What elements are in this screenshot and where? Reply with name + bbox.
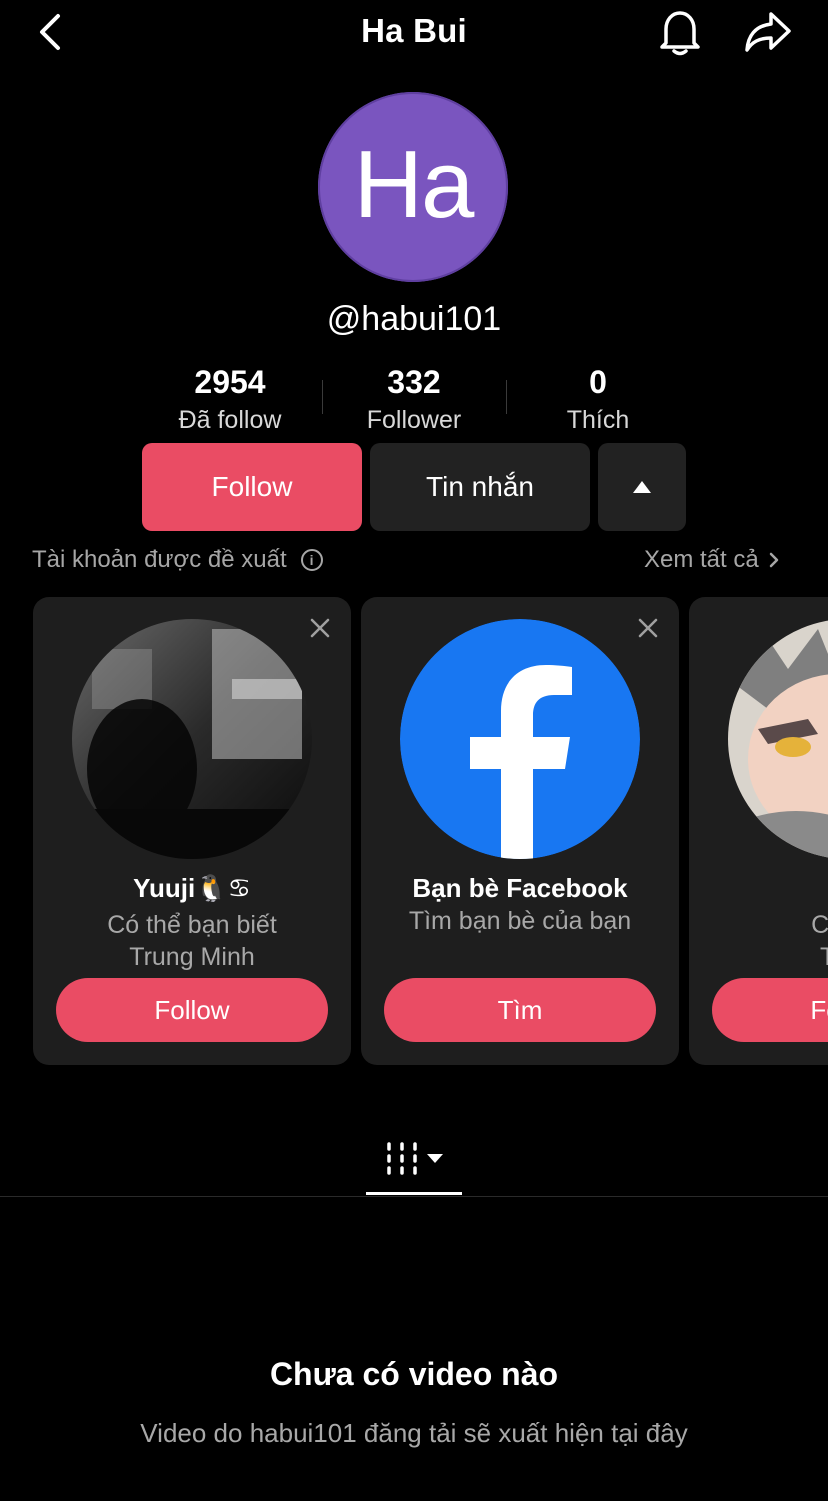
card-subtitle: Có thể bạn biết	[107, 911, 277, 939]
empty-state-subtitle: Video do habui101 đăng tải sẽ xuất hiện …	[140, 1418, 688, 1448]
share-button[interactable]	[738, 4, 798, 60]
see-all-label: Xem tất cả	[644, 546, 759, 573]
see-all-link[interactable]: Xem tất cả	[644, 546, 779, 574]
chevron-right-icon	[769, 552, 778, 568]
card-avatar-anime[interactable]	[728, 619, 828, 859]
caret-up-icon	[633, 481, 651, 493]
anime-avatar-image	[728, 619, 828, 859]
card-mutual: Trung Minh	[129, 943, 255, 971]
facebook-logo	[400, 619, 640, 859]
info-icon[interactable]: i	[300, 549, 323, 571]
tab-videos-grid[interactable]	[366, 1128, 462, 1190]
stat-following-label: Đã follow	[178, 406, 282, 434]
stat-likes-label: Thích	[566, 406, 630, 434]
close-icon[interactable]	[637, 617, 659, 639]
stat-likes-value: 0	[589, 364, 607, 400]
close-icon[interactable]	[309, 617, 331, 639]
suggested-card[interactable]: Yuuji🐧♋ Có thể bạn biết Trung Minh Follo…	[33, 597, 351, 1065]
notification-button[interactable]	[652, 4, 708, 60]
card-follow-button[interactable]: Follow	[56, 978, 328, 1042]
card-mutual: Tuấn	[819, 943, 828, 971]
stat-followers-value: 332	[387, 364, 441, 400]
empty-state-title: Chưa có video nào	[269, 1356, 559, 1392]
share-arrow-icon	[745, 12, 791, 52]
suggested-accounts-title: Tài khoản được đề xuất	[32, 546, 287, 573]
stat-following[interactable]: 2954 Đã follow	[138, 362, 322, 438]
grid-icon	[387, 1142, 417, 1175]
stat-likes[interactable]: 0 Thích	[506, 362, 690, 438]
bell-icon	[660, 11, 700, 56]
card-name: Bạn bè Facebook	[412, 873, 628, 903]
card-subtitle: Tìm bạn bè của bạn	[408, 907, 632, 935]
facebook-icon	[400, 619, 640, 859]
tab-indicator	[366, 1192, 462, 1195]
profile-screen: Ha Bui Ha @habui101 2954 Đã follow 332 F…	[0, 0, 828, 1501]
follow-button[interactable]: Follow	[142, 443, 362, 531]
avatar[interactable]: Ha	[318, 92, 508, 282]
card-name: Yuuji🐧♋	[133, 873, 251, 903]
card-avatar-photo[interactable]	[72, 619, 312, 859]
message-button[interactable]: Tin nhắn	[370, 443, 590, 531]
suggested-card-facebook[interactable]: Bạn bè Facebook Tìm bạn bè của bạn Tìm	[361, 597, 679, 1065]
stat-following-value: 2954	[194, 364, 266, 400]
suggested-accounts-header: Tài khoản được đề xuất i	[32, 546, 323, 574]
tab-divider	[0, 1196, 828, 1197]
caret-down-icon	[427, 1154, 443, 1163]
username: @habui101	[326, 300, 502, 338]
find-friends-button[interactable]: Tìm	[384, 978, 656, 1042]
suggested-toggle-button[interactable]	[598, 443, 686, 531]
card-subtitle: Có thể	[811, 911, 828, 939]
blurry-photo-image	[72, 619, 312, 859]
avatar-initials: Ha	[353, 131, 475, 238]
stat-followers-label: Follower	[366, 406, 462, 434]
stat-followers[interactable]: 332 Follower	[322, 362, 506, 438]
card-follow-button[interactable]: Follow	[712, 978, 828, 1042]
suggested-card[interactable]: Có thể Tuấn Follow	[689, 597, 828, 1065]
